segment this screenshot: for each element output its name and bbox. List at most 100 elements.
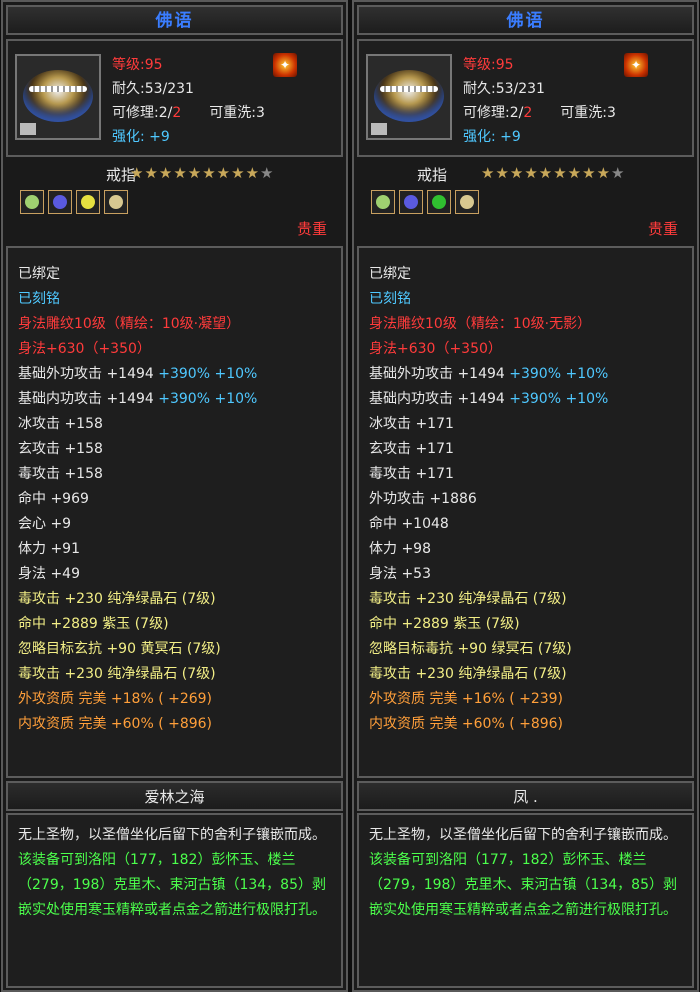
stat-line: 命中 +969 [18,491,89,507]
item-icon-slot[interactable] [15,54,101,140]
comparison-view: 佛语 ✦ 等级:95 耐久:53/231 可修理:2/2 可重洗:3 强化: +9… [0,0,700,992]
repair-label: 可修理:2/ [463,105,524,121]
enhance-value: +9 [149,129,170,145]
repair-label: 可修理:2/ [112,105,173,121]
item-description: 无上圣物，以圣僧坐化后留下的舍利子镶嵌而成。 该装备可到洛阳（177，182）彭… [6,813,343,988]
stat-base: 基础外功攻击 +1494 [18,366,159,382]
bound-icon [371,123,387,135]
item-tooltip-right: 佛语 ✦ 等级:95 耐久:53/231 可修理:2/2 可重洗:3 强化: +9… [352,0,699,992]
stat-bonus: +390% +10% [509,391,609,407]
stat-bonus: +390% +10% [158,391,258,407]
gem-slot-2[interactable] [48,190,72,214]
rewash-count: 可重洗:3 [560,105,616,121]
stat-line: 已绑定 [369,266,411,282]
desc-lore: 无上圣物，以圣僧坐化后留下的舍利子镶嵌而成。 [18,827,326,843]
gem-1-icon [25,195,39,209]
ring-icon [23,70,93,122]
aptitude-line: 内攻资质 完美 +60% ( +896) [369,716,564,732]
stars-filled: ★★★★★★★★★ [130,164,261,182]
gem-slot-1[interactable] [20,190,44,214]
star-rating: ★★★★★★★★★★ [481,164,625,182]
desc-hint: 该装备可到洛阳（177，182）彭怀玉、楼兰（279，198）克里木、束河古镇（… [369,852,677,918]
class-icon: ✦ [624,53,648,77]
gem-stat-line: 毒攻击 +230 纯净绿晶石 (7级) [18,591,216,607]
stat-line: 冰攻击 +158 [18,416,103,432]
level-label: 等级 [463,57,491,73]
level-value: :95 [491,57,514,73]
stars-filled: ★★★★★★★★★ [481,164,612,182]
gem-slot-2[interactable] [399,190,423,214]
engraved-signature: 凤 . [357,781,694,811]
item-description: 无上圣物，以圣僧坐化后留下的舍利子镶嵌而成。 该装备可到洛阳（177，182）彭… [357,813,694,988]
gem-2-icon [404,195,418,209]
class-icon: ✦ [273,53,297,77]
gem-stat-line: 毒攻击 +230 纯净绿晶石 (7级) [369,666,567,682]
stat-line: 已刻铭 [369,291,411,307]
gem-slots [371,190,479,214]
gem-1-icon [376,195,390,209]
enhance-label: 强化: [112,129,145,145]
stat-line: 冰攻击 +171 [369,416,454,432]
stat-line: 玄攻击 +171 [369,441,454,457]
item-icon-slot[interactable] [366,54,452,140]
stars-empty: ★ [260,164,275,182]
aptitude-line: 外攻资质 完美 +16% ( +239) [369,691,564,707]
stat-line: 身法 +53 [369,566,431,582]
durability: 耐久:53/231 [463,81,545,97]
gem-slot-1[interactable] [371,190,395,214]
gem-3-icon [432,195,446,209]
item-header: ✦ 等级:95 耐久:53/231 可修理:2/2 可重洗:3 强化: +9 [6,39,343,157]
item-title: 佛语 [6,5,343,35]
stat-bonus: +390% +10% [158,366,258,382]
bound-icon [20,123,36,135]
stat-line: 身法+630（+350） [18,341,151,357]
gem-3-icon [81,195,95,209]
gem-stat-line: 命中 +2889 紫玉 (7级) [18,616,169,632]
gem-4-icon [460,195,474,209]
ring-icon [374,70,444,122]
repair-max: 2 [523,105,533,121]
gem-2-icon [53,195,67,209]
stat-line: 体力 +98 [369,541,431,557]
stat-list: 已绑定 已刻铭 身法雕纹10级（精绘：10级·凝望） 身法+630（+350） … [6,246,343,778]
stat-line: 玄攻击 +158 [18,441,103,457]
repair-max: 2 [172,105,182,121]
gem-slot-4[interactable] [455,190,479,214]
rewash-count: 可重洗:3 [209,105,265,121]
stat-line: 基础外功攻击 +1494 +390% +10% [369,362,682,387]
rarity-label: 贵重 [296,220,327,238]
stat-line: 身法 +49 [18,566,80,582]
star-rating: ★★★★★★★★★★ [130,164,274,182]
level-label: 等级 [112,57,140,73]
gem-slot-3[interactable] [427,190,451,214]
gem-slot-4[interactable] [104,190,128,214]
level-value: :95 [140,57,163,73]
gem-slot-3[interactable] [76,190,100,214]
gem-stat-line: 毒攻击 +230 纯净绿晶石 (7级) [369,591,567,607]
item-header: ✦ 等级:95 耐久:53/231 可修理:2/2 可重洗:3 强化: +9 [357,39,694,157]
item-type-section: 戒指 ★★★★★★★★★★ 贵重 [357,160,694,246]
stat-line: 基础外功攻击 +1494 +390% +10% [18,362,331,387]
stat-line: 身法雕纹10级（精绘：10级·凝望） [18,316,241,332]
stars-empty: ★ [611,164,626,182]
stat-line: 已绑定 [18,266,60,282]
stat-base: 基础内功攻击 +1494 [18,391,159,407]
aptitude-line: 外攻资质 完美 +18% ( +269) [18,691,213,707]
stat-base: 基础外功攻击 +1494 [369,366,510,382]
item-title: 佛语 [357,5,694,35]
item-type: 戒指 [417,166,448,184]
gem-stat-line: 忽略目标毒抗 +90 绿冥石 (7级) [369,641,572,657]
stat-bonus: +390% +10% [509,366,609,382]
item-tooltip-left: 佛语 ✦ 等级:95 耐久:53/231 可修理:2/2 可重洗:3 强化: +9… [1,0,348,992]
rarity-label: 贵重 [647,220,678,238]
stat-line: 基础内功攻击 +1494 +390% +10% [18,387,331,412]
durability: 耐久:53/231 [112,81,194,97]
ring-band [380,86,438,92]
enhance-value: +9 [500,129,521,145]
item-info: 等级:95 耐久:53/231 可修理:2/2 可重洗:3 强化: +9 [463,53,616,149]
gem-slots [20,190,128,214]
gem-stat-line: 命中 +2889 紫玉 (7级) [369,616,520,632]
engraved-signature: 爱林之海 [6,781,343,811]
gem-stat-line: 毒攻击 +230 纯净绿晶石 (7级) [18,666,216,682]
desc-hint: 该装备可到洛阳（177，182）彭怀玉、楼兰（279，198）克里木、束河古镇（… [18,852,326,918]
